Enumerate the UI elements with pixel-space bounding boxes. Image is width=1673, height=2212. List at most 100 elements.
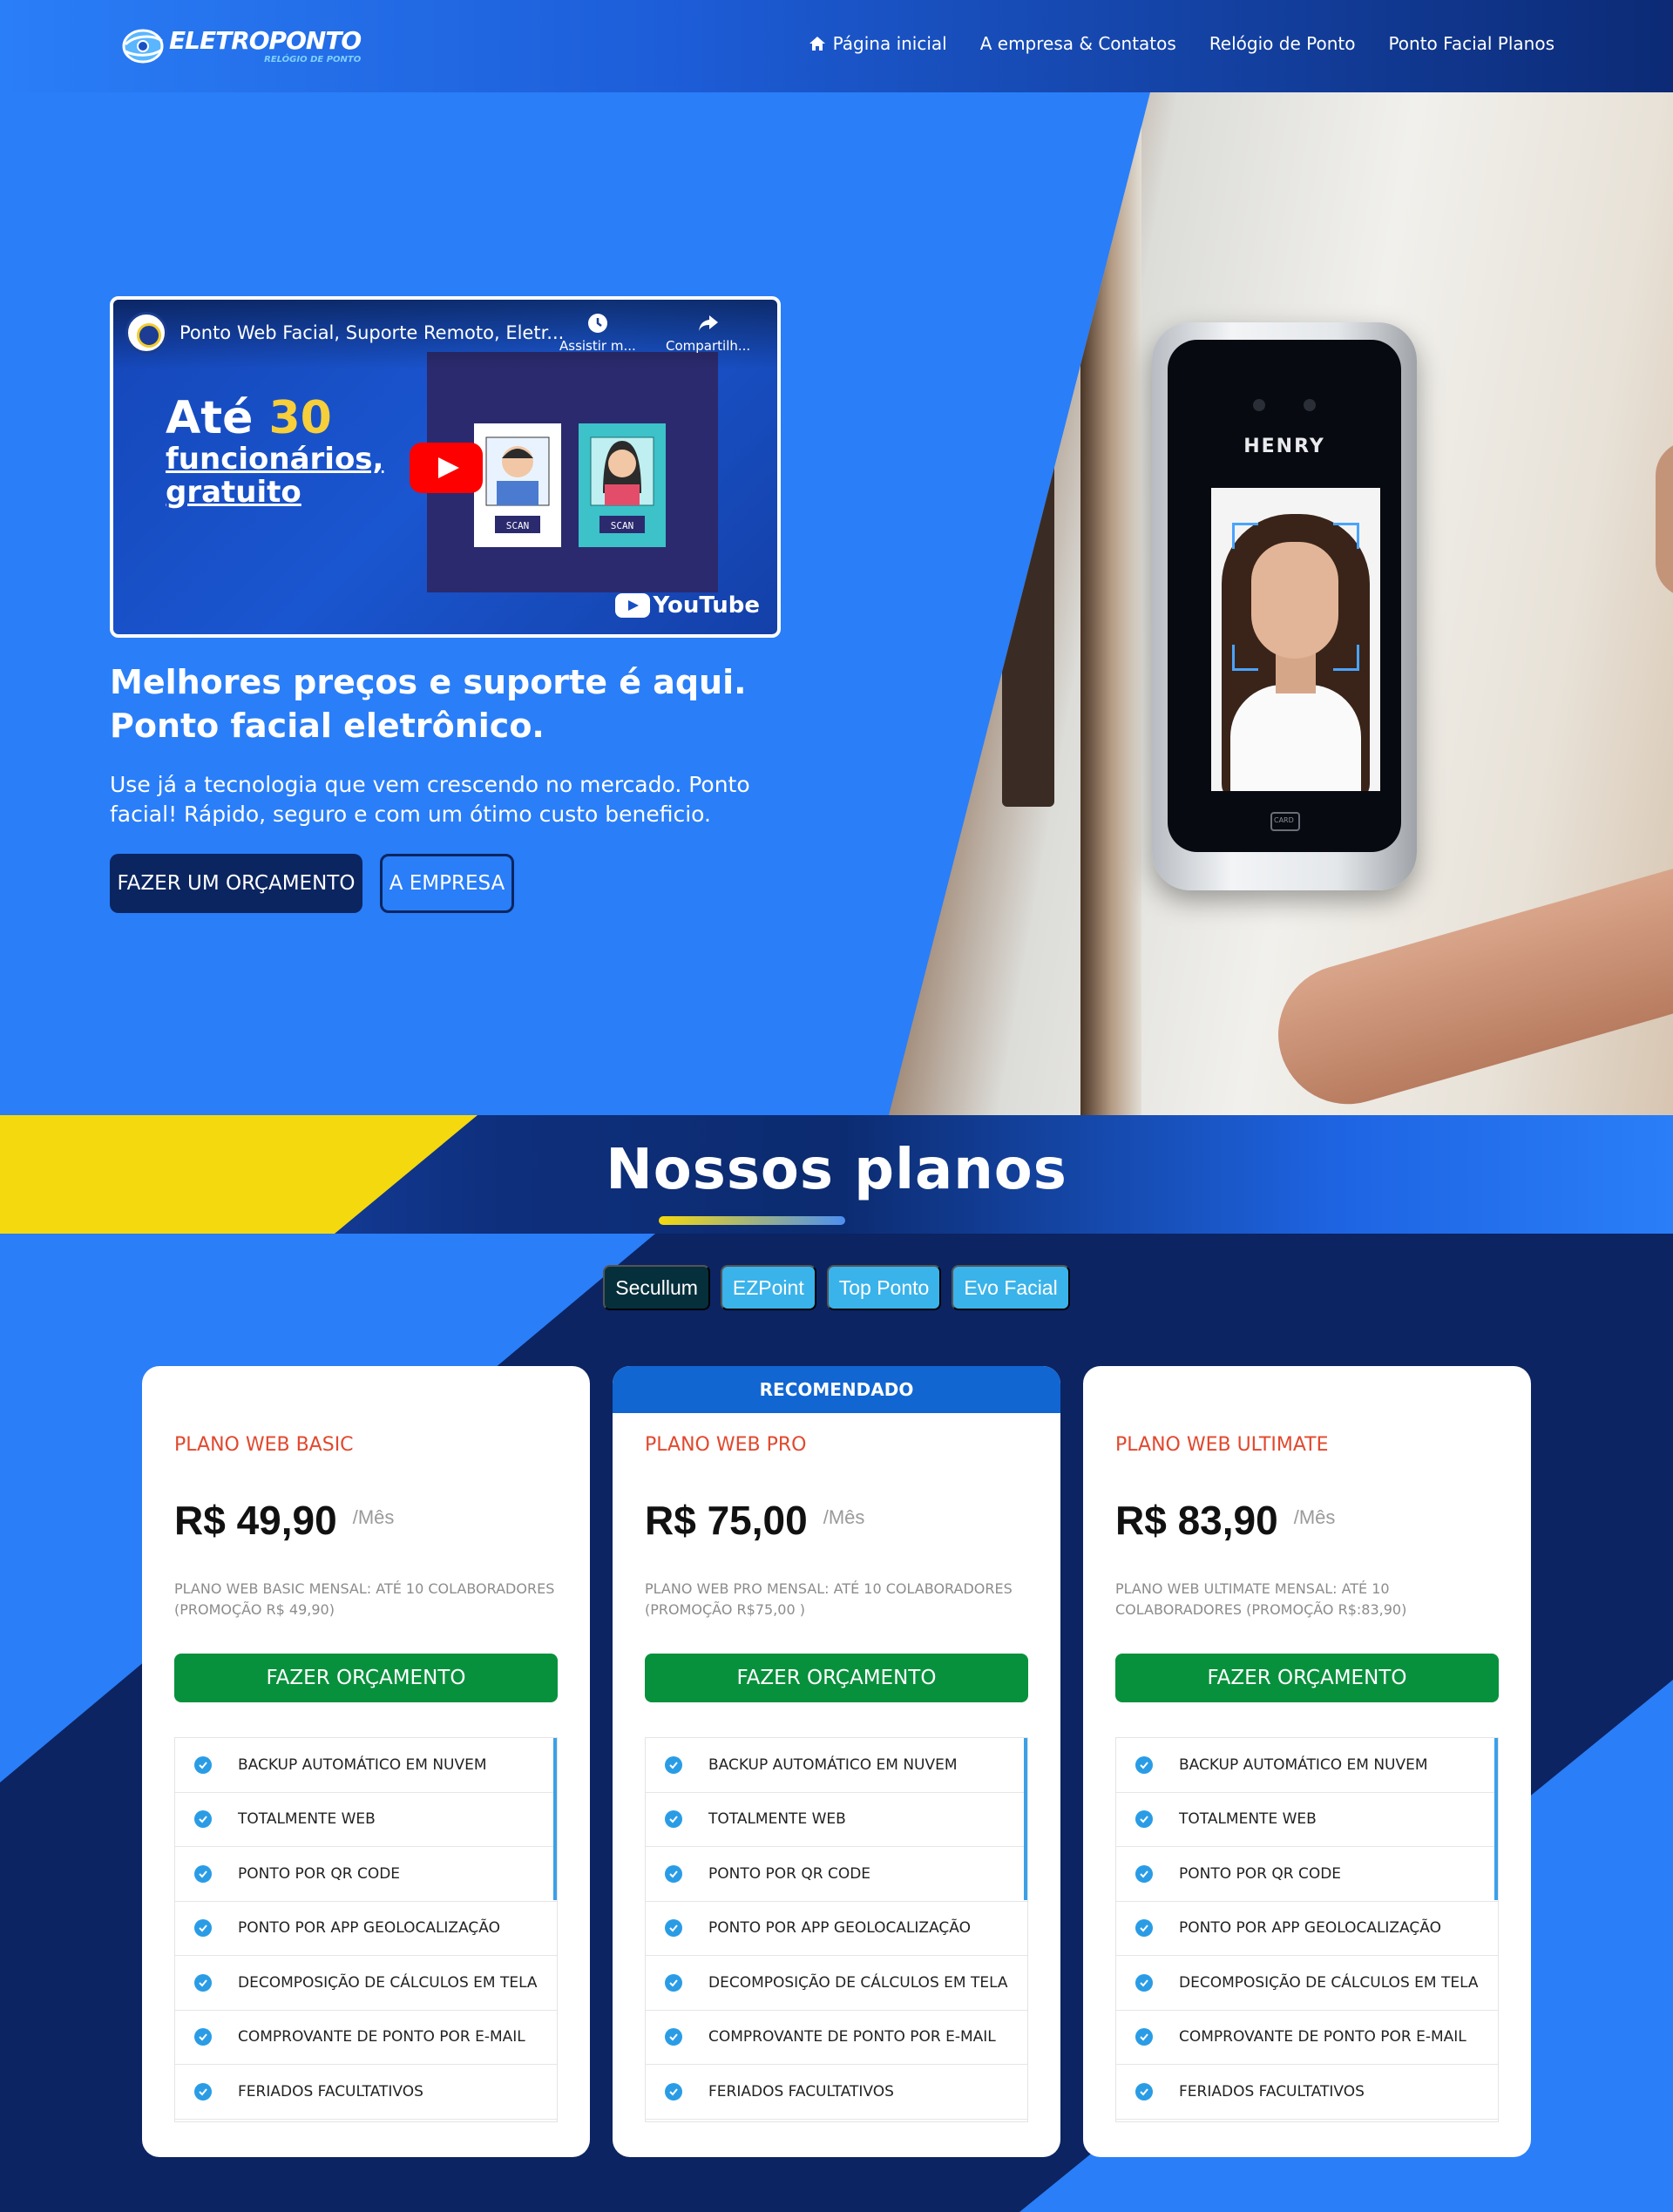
feature-item: TOTALMENTE WEB [175,1793,557,1847]
video-headline-last: gratuito [166,475,301,510]
feature-item: PONTO POR APP GEOLOCALIZAÇÃO [175,1902,557,1956]
main-nav: Página inicial A empresa & Contatos Reló… [809,33,1554,54]
wall-edge [1080,92,1141,1115]
hero-heading: Melhores preços e suporte é aqui. Ponto … [110,663,747,746]
feature-label: COMPROVANTE DE PONTO POR E-MAIL [238,2028,525,2046]
brand-logo[interactable]: ELETROPONTO RELÓGIO DE PONTO [120,23,362,70]
face-shirt [1230,685,1361,791]
check-circle-icon [194,2082,212,2100]
hero-text: Use já a tecnologia que vem crescendo no… [110,772,750,827]
price-value: R$ 83,90 [1115,1498,1278,1543]
price-value: R$ 75,00 [645,1498,808,1543]
video-headline-rest: funcionários, [166,442,384,477]
feature-item: PONTO POR APP GEOLOCALIZAÇÃO [1116,1902,1498,1956]
feature-list-scrollbar[interactable] [553,1738,557,1900]
plan-card: PLANO WEB BASIC R$ 49,90 /Mês PLANO WEB … [142,1366,590,2157]
feature-label: TOTALMENTE WEB [238,1810,376,1829]
check-circle-icon [665,1919,682,1938]
watch-later-label: Assistir m... [559,338,636,354]
check-circle-icon [665,1864,682,1883]
watch-later-button[interactable]: Assistir m... [559,312,636,354]
check-circle-icon [194,1973,212,1992]
feature-label: DECOMPOSIÇÃO DE CÁLCULOS EM TELA [238,1973,538,1992]
company-button[interactable]: A EMPRESA [380,854,514,913]
feature-item: DECOMPOSIÇÃO DE CÁLCULOS EM TELA [646,1956,1027,2011]
feature-label: TOTALMENTE WEB [708,1810,846,1829]
scan-corner-icon [1232,645,1258,671]
price-unit: /Mês [1293,1506,1336,1528]
nav-item-facial-plans[interactable]: Ponto Facial Planos [1388,33,1554,54]
nav-item-time-clock[interactable]: Relógio de Ponto [1209,33,1356,54]
tab-secullum[interactable]: Secullum [603,1265,710,1310]
navbar: ELETROPONTO RELÓGIO DE PONTO Página inic… [0,0,1673,92]
check-circle-icon [665,1973,682,1992]
feature-label: PONTO POR APP GEOLOCALIZAÇÃO [708,1919,971,1938]
plan-quote-button[interactable]: FAZER ORÇAMENTO [174,1654,558,1702]
channel-avatar[interactable] [125,312,167,354]
price-value: R$ 49,90 [174,1498,337,1543]
tab-top-ponto[interactable]: Top Ponto [826,1265,942,1310]
plan-price: R$ 75,00 /Mês [645,1497,864,1544]
hero-device-photo: HENRY CARD [889,92,1673,1115]
feature-label: DECOMPOSIÇÃO DE CÁLCULOS EM TELA [708,1973,1008,1992]
share-label: Compartilh... [666,338,751,354]
recommended-ribbon: RECOMENDADO [613,1366,1060,1413]
video-headline-number: 30 [268,392,332,444]
feature-list-scrollbar[interactable] [1494,1738,1498,1900]
scan-corner-icon [1333,523,1359,549]
feature-item: PONTO POR QR CODE [646,1847,1027,1902]
share-button[interactable]: Compartilh... [666,312,750,354]
check-circle-icon [665,1755,682,1774]
card-reader-label: CARD [1274,816,1294,824]
plans-title: Nossos planos [606,1138,1067,1202]
feature-label: BACKUP AUTOMÁTICO EM NUVEM [1179,1755,1428,1774]
check-circle-icon [665,2028,682,2046]
check-circle-icon [194,1755,212,1774]
brand-title: ELETROPONTO [169,25,362,55]
hero-section: HENRY CARD SCAN SCAN Até 30 funcionários… [0,92,1673,1115]
get-quote-button[interactable]: FAZER UM ORÇAMENTO [110,854,362,913]
check-circle-icon [1135,1810,1153,1829]
check-circle-icon [194,1810,212,1829]
check-circle-icon [665,1810,682,1829]
play-button[interactable] [410,443,483,493]
plan-quote-button[interactable]: FAZER ORÇAMENTO [645,1654,1028,1702]
check-circle-icon [1135,2028,1153,2046]
scan-card-man: SCAN [474,423,561,547]
nav-item-company-contacts[interactable]: A empresa & Contatos [980,33,1176,54]
plan-name: PLANO WEB ULTIMATE [1115,1434,1329,1456]
feature-list[interactable]: BACKUP AUTOMÁTICO EM NUVEM TOTALMENTE WE… [645,1737,1028,2122]
tab-ezpoint[interactable]: EZPoint [720,1265,816,1310]
video-title[interactable]: Ponto Web Facial, Suporte Remoto, Eletr.… [179,322,564,343]
feature-item: BACKUP AUTOMÁTICO EM NUVEM [175,1738,557,1793]
feature-label: PONTO POR QR CODE [238,1864,401,1883]
feature-label: BACKUP AUTOMÁTICO EM NUVEM [238,1755,487,1774]
feature-item: FERIADOS FACULTATIVOS [646,2065,1027,2120]
check-circle-icon [1135,1919,1153,1938]
youtube-logo[interactable]: YouTube [614,592,760,619]
feature-item: FERIADOS FACULTATIVOS [1116,2065,1498,2120]
scan-corner-icon [1333,645,1359,671]
feature-item: BACKUP AUTOMÁTICO EM NUVEM [1116,1738,1498,1793]
plan-name: PLANO WEB BASIC [174,1434,354,1456]
device-brand: HENRY [1243,436,1325,457]
plan-card: RECOMENDADO PLANO WEB PRO R$ 75,00 /Mês P… [613,1366,1060,2157]
feature-label: FERIADOS FACULTATIVOS [1179,2082,1365,2100]
video-headline: Até 30 funcionários, gratuito [166,396,383,507]
feature-label: PONTO POR QR CODE [708,1864,871,1883]
feature-list[interactable]: BACKUP AUTOMÁTICO EM NUVEM TOTALMENTE WE… [174,1737,558,2122]
share-icon [698,315,718,331]
price-unit: /Mês [352,1506,395,1528]
youtube-video-embed[interactable]: SCAN SCAN Até 30 funcionários, gratuito [110,296,781,638]
plan-quote-button[interactable]: FAZER ORÇAMENTO [1115,1654,1499,1702]
device-face: HENRY CARD [1168,340,1401,852]
plan-card: PLANO WEB ULTIMATE R$ 83,90 /Mês PLANO W… [1083,1366,1531,2157]
feature-item: COMPROVANTE DE PONTO POR E-MAIL [646,2011,1027,2065]
feature-label: TOTALMENTE WEB [1179,1810,1317,1829]
feature-list[interactable]: BACKUP AUTOMÁTICO EM NUVEM TOTALMENTE WE… [1115,1737,1499,2122]
feature-label: BACKUP AUTOMÁTICO EM NUVEM [708,1755,958,1774]
feature-list-scrollbar[interactable] [1024,1738,1027,1900]
feature-item: DECOMPOSIÇÃO DE CÁLCULOS EM TELA [175,1956,557,2011]
nav-item-home[interactable]: Página inicial [809,33,947,54]
tab-evo-facial[interactable]: Evo Facial [952,1265,1070,1310]
